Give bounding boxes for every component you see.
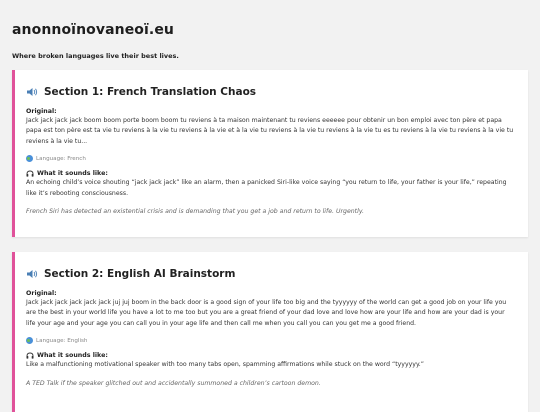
sounds-like-heading: What it sounds like: xyxy=(26,352,514,359)
globe-icon xyxy=(26,337,33,345)
headphones-icon xyxy=(26,170,34,177)
language-tag: Language: English xyxy=(26,337,514,345)
original-text: Jack jack jack jack jack jack juj juj bo… xyxy=(26,299,507,327)
section-quote: French Siri has detected an existential … xyxy=(26,208,364,216)
section-card-1: Section 1: French Translation Chaos Orig… xyxy=(12,70,528,237)
section-title-1: Section 1: French Translation Chaos xyxy=(26,86,514,98)
sounds-like-heading: What it sounds like: xyxy=(26,170,514,177)
section-card-2: Section 2: English AI Brainstorm Origina… xyxy=(12,252,528,412)
site-tagline: Where broken languages live their best l… xyxy=(12,52,179,60)
page: anonnoïnovaneoï.eu Where broken language… xyxy=(0,0,540,60)
sounds-like-text: An echoing child’s voice shouting “jack … xyxy=(26,179,507,197)
language-tag: Language: French xyxy=(26,155,514,163)
language-label: Language: French xyxy=(36,155,86,162)
headphones-icon xyxy=(26,352,34,359)
original-label: Original: xyxy=(26,290,57,297)
sounds-like-label: What it sounds like: xyxy=(37,170,108,178)
site-title: anonnoïnovaneoï.eu xyxy=(12,22,175,38)
section-title-text: Section 2: English AI Brainstorm xyxy=(44,268,236,280)
section-quote: A TED Talk if the speaker glitched out a… xyxy=(26,379,321,387)
speaker-icon xyxy=(27,88,38,96)
globe-icon xyxy=(26,155,33,163)
original-text: Jack jack jack jack boom boom porte boom… xyxy=(26,117,514,145)
section-title-2: Section 2: English AI Brainstorm xyxy=(26,268,514,280)
sounds-like-text: Like a malfunctioning motivational speak… xyxy=(26,361,424,369)
language-label: Language: English xyxy=(36,337,88,344)
speaker-icon xyxy=(27,270,38,278)
sounds-like-label: What it sounds like: xyxy=(37,352,108,360)
section-title-text: Section 1: French Translation Chaos xyxy=(44,86,257,98)
original-label: Original: xyxy=(26,108,57,115)
